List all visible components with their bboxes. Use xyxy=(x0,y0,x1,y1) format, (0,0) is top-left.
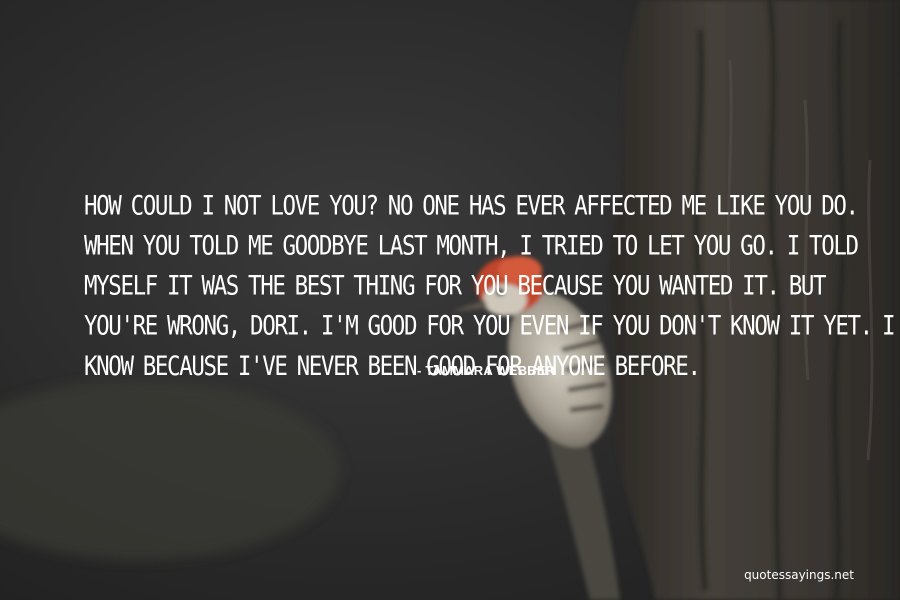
quote-line: MYSELF IT WAS THE BEST THING FOR YOU BEC… xyxy=(84,270,827,302)
quote-line: YOU'RE WRONG, DORI. I'M GOOD FOR YOU EVE… xyxy=(84,311,895,342)
quote-image: HOW COULD I NOT LOVE YOU? NO ONE HAS EVE… xyxy=(0,0,900,600)
quote-author: - TAMMARA WEBBER xyxy=(417,363,556,378)
site-watermark: quotessayings.net xyxy=(744,568,854,582)
blurred-foliage xyxy=(0,380,340,560)
quote-line: WHEN YOU TOLD ME GOODBYE LAST MONTH, I T… xyxy=(84,230,859,262)
quote-text: HOW COULD I NOT LOVE YOU? NO ONE HAS EVE… xyxy=(84,186,895,387)
quote-line: HOW COULD I NOT LOVE YOU? NO ONE HAS EVE… xyxy=(84,190,859,222)
